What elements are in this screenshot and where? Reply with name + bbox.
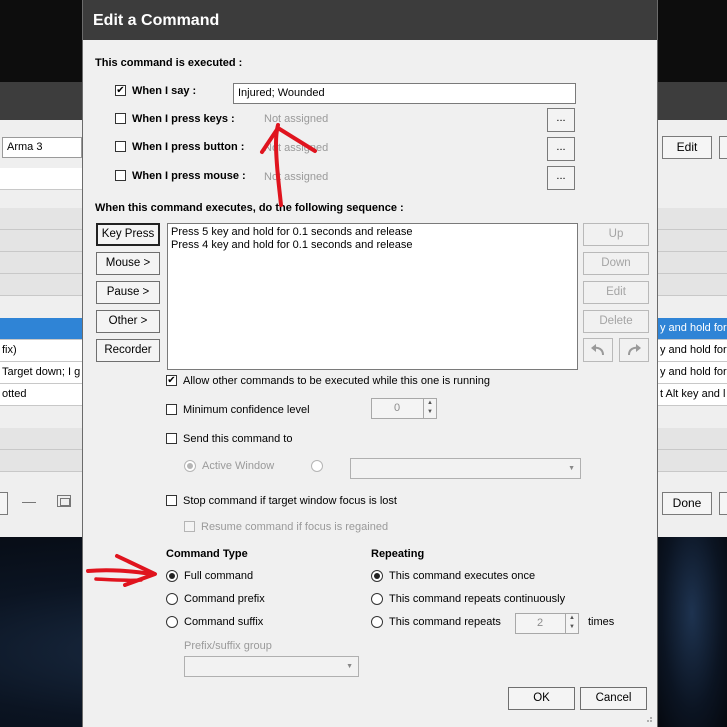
annotation-arrow-right <box>86 554 157 587</box>
annotation-layer <box>86 123 317 587</box>
annotation-arrow-up <box>260 123 317 207</box>
